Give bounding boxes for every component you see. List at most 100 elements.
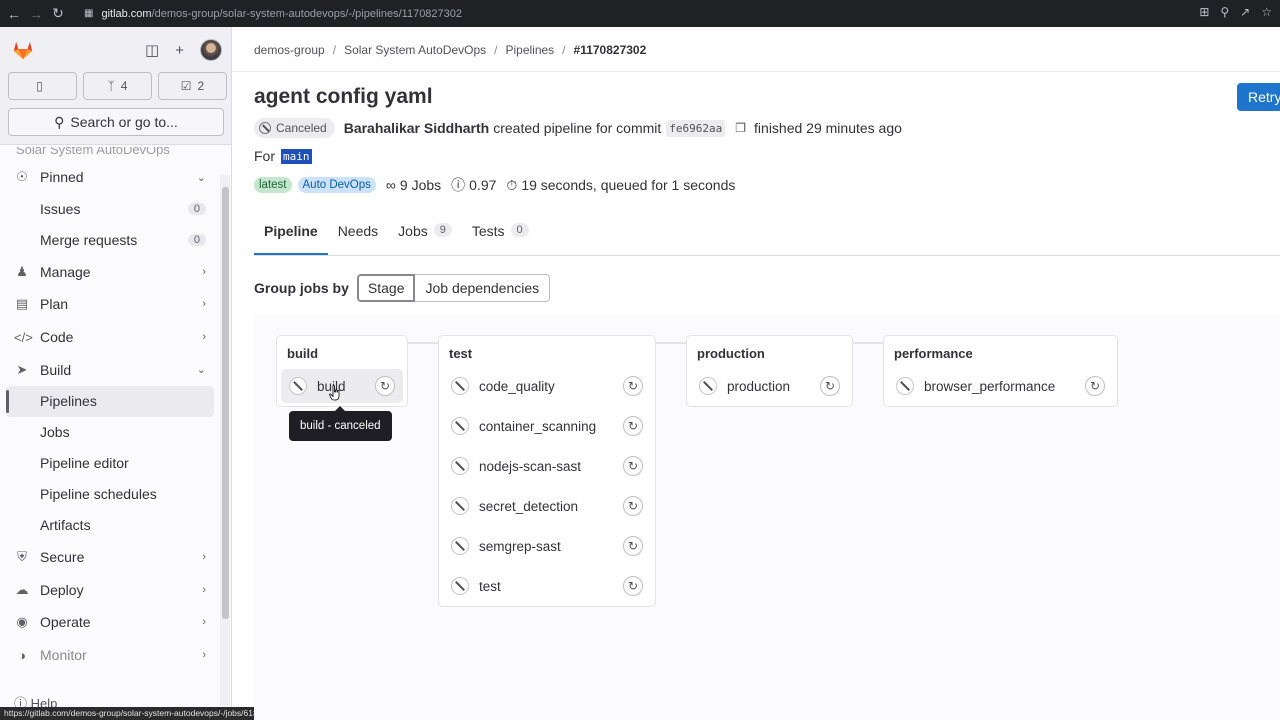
count-badge: 9 bbox=[433, 223, 452, 237]
browser-toolbar: ← → ↻ ▦ gitlab.com/demos-group/solar-sys… bbox=[0, 0, 1280, 27]
job-test[interactable]: test ↻ bbox=[443, 569, 651, 603]
job-build[interactable]: build ↻ bbox=[281, 369, 403, 403]
reload-icon[interactable]: ↻ bbox=[50, 5, 66, 22]
tab-jobs[interactable]: Jobs 9 bbox=[388, 223, 462, 255]
sidebar-project-name[interactable]: Solar System AutoDevOps bbox=[16, 147, 220, 161]
breadcrumb: demos-group / Solar System AutoDevOps / Pi… bbox=[254, 43, 647, 57]
tab-pipeline[interactable]: Pipeline bbox=[254, 223, 328, 255]
stage-build: build build ↻ bbox=[276, 335, 408, 407]
collapse-sidebar-icon[interactable]: ◫ bbox=[145, 41, 159, 59]
job-nodejs-scan-sast[interactable]: nodejs-scan-sast ↻ bbox=[443, 449, 651, 483]
sidebar-item-secure[interactable]: ⛨ Secure › bbox=[0, 541, 220, 574]
commit-sha[interactable]: fe6962aa bbox=[666, 119, 726, 137]
hand-cursor-icon bbox=[329, 385, 340, 401]
sidebar-nav: Solar System AutoDevOps ☉ Pinned ⌄ Issues 0… bbox=[0, 147, 220, 671]
sidebar-item-build[interactable]: ➤ Build ⌄ bbox=[0, 353, 220, 386]
job-browser-performance[interactable]: browser_performance ↻ bbox=[888, 369, 1113, 403]
sidebar-item-plan[interactable]: ▤ Plan › bbox=[0, 288, 220, 321]
search-button[interactable]: ⚲ Search or go to... bbox=[8, 108, 224, 136]
author-link[interactable]: Barahalikar Siddharth bbox=[344, 120, 490, 136]
site-info-icon[interactable]: ▦ bbox=[84, 8, 93, 19]
sidebar-item-manage[interactable]: ♟ Manage › bbox=[0, 256, 220, 289]
group-by-dependencies-button[interactable]: Job dependencies bbox=[415, 274, 551, 302]
chevron-right-icon: › bbox=[202, 265, 206, 278]
stage-performance: performance browser_performance ↻ bbox=[883, 335, 1118, 407]
timer-icon: ⏱ bbox=[506, 176, 518, 193]
retry-job-icon[interactable]: ↻ bbox=[623, 456, 643, 476]
sidebar-item-pinned[interactable]: ☉ Pinned ⌄ bbox=[0, 161, 220, 194]
todos-button[interactable]: ☑ 2 bbox=[158, 72, 227, 100]
sidebar-item-pipeline-schedules[interactable]: Pipeline schedules bbox=[0, 479, 220, 510]
breadcrumb-pipeline-id[interactable]: #1170827302 bbox=[574, 43, 647, 57]
branch-link[interactable]: main bbox=[281, 148, 312, 164]
share-icon[interactable]: ↗ bbox=[1240, 5, 1250, 19]
users-icon: ♟ bbox=[16, 263, 28, 279]
retry-job-icon[interactable]: ↻ bbox=[1085, 376, 1105, 396]
retry-job-icon[interactable]: ↻ bbox=[623, 376, 643, 396]
canceled-icon bbox=[289, 377, 307, 395]
back-icon[interactable]: ← bbox=[6, 6, 22, 22]
canceled-icon bbox=[451, 537, 469, 555]
pipeline-graph: build build ↻ test code_quality ↻ contain… bbox=[254, 314, 1280, 720]
merge-request-icon: ᛉ bbox=[107, 79, 115, 93]
sidebar-item-monitor[interactable]: ◑ Monitor › bbox=[0, 639, 220, 672]
job-semgrep-sast[interactable]: semgrep-sast ↻ bbox=[443, 529, 651, 563]
bookmark-star-icon[interactable]: ☆ bbox=[1261, 5, 1272, 19]
retry-button[interactable]: Retry bbox=[1237, 83, 1280, 111]
job-secret-detection[interactable]: secret_detection ↻ bbox=[443, 489, 651, 523]
sidebar-header: ◫ + ▯ ᛉ4 ☑ 2 ⚲ Search or go to... bbox=[0, 27, 231, 145]
monitor-icon: ◑ bbox=[18, 647, 26, 663]
retry-job-icon[interactable]: ↻ bbox=[623, 576, 643, 596]
copy-icon[interactable]: ❐ bbox=[735, 121, 746, 135]
breadcrumb-pipelines[interactable]: Pipelines bbox=[505, 43, 554, 57]
sidebar-item-deploy[interactable]: ☁ Deploy › bbox=[0, 574, 220, 607]
main-content: demos-group / Solar System AutoDevOps / Pi… bbox=[232, 27, 1280, 720]
job-container-scanning[interactable]: container_scanning ↻ bbox=[443, 409, 651, 443]
sidebar-item-issues[interactable]: Issues 0 bbox=[0, 194, 220, 225]
retry-job-icon[interactable]: ↻ bbox=[375, 376, 395, 396]
tab-needs[interactable]: Needs bbox=[328, 223, 388, 255]
job-production[interactable]: production ↻ bbox=[691, 369, 848, 403]
create-new-icon[interactable]: + bbox=[175, 42, 184, 59]
stage-production: production production ↻ bbox=[686, 335, 853, 407]
breadcrumb-project[interactable]: Solar System AutoDevOps bbox=[344, 43, 486, 57]
assigned-issues-button[interactable]: ▯ bbox=[8, 72, 77, 100]
chevron-right-icon: › bbox=[202, 649, 206, 662]
auto-devops-badge[interactable]: Auto DevOps bbox=[297, 177, 376, 193]
user-avatar[interactable] bbox=[200, 39, 222, 61]
job-code-quality[interactable]: code_quality ↻ bbox=[443, 369, 651, 403]
retry-job-icon[interactable]: ↻ bbox=[623, 496, 643, 516]
gitlab-logo-icon[interactable] bbox=[12, 39, 34, 61]
sidebar-item-artifacts[interactable]: Artifacts bbox=[0, 510, 220, 541]
coverage-icon: ⓘ bbox=[451, 177, 466, 193]
zoom-icon[interactable]: ⚲ bbox=[1220, 5, 1229, 19]
address-bar[interactable]: gitlab.com/demos-group/solar-system-auto… bbox=[101, 8, 462, 20]
stage-test: test code_quality ↻ container_scanning ↻ n… bbox=[438, 335, 656, 607]
sidebar-item-jobs[interactable]: Jobs bbox=[0, 417, 220, 448]
chevron-right-icon: › bbox=[202, 616, 206, 629]
chevron-right-icon: › bbox=[202, 583, 206, 596]
page-title: agent config yaml bbox=[254, 85, 433, 108]
sidebar-scrollbar[interactable] bbox=[220, 175, 230, 705]
sidebar-item-operate[interactable]: ◉ Operate › bbox=[0, 606, 220, 639]
sidebar-item-pipelines[interactable]: Pipelines bbox=[6, 385, 214, 417]
sidebar-item-code[interactable]: </> Code › bbox=[0, 321, 220, 354]
scrollbar-thumb[interactable] bbox=[222, 187, 229, 619]
group-by-stage-button[interactable]: Stage bbox=[356, 274, 416, 302]
status-badge[interactable]: Canceled bbox=[254, 118, 335, 138]
merge-requests-button[interactable]: ᛉ4 bbox=[83, 72, 152, 100]
forward-icon[interactable]: → bbox=[28, 6, 44, 22]
install-icon[interactable]: ⊞ bbox=[1199, 5, 1209, 19]
pipeline-icon: ∞ bbox=[385, 177, 396, 193]
divider bbox=[254, 255, 1280, 256]
sidebar-item-pipeline-editor[interactable]: Pipeline editor bbox=[0, 448, 220, 479]
shield-icon: ⛨ bbox=[17, 549, 27, 565]
sidebar-item-merge-requests[interactable]: Merge requests 0 bbox=[0, 225, 220, 256]
retry-job-icon[interactable]: ↻ bbox=[623, 416, 643, 436]
code-icon: </> bbox=[14, 329, 33, 345]
retry-job-icon[interactable]: ↻ bbox=[820, 376, 840, 396]
retry-job-icon[interactable]: ↻ bbox=[623, 536, 643, 556]
breadcrumb-group[interactable]: demos-group bbox=[254, 43, 325, 57]
group-jobs-by: Group jobs by Stage Job dependencies bbox=[254, 274, 551, 302]
tab-tests[interactable]: Tests 0 bbox=[462, 223, 539, 255]
